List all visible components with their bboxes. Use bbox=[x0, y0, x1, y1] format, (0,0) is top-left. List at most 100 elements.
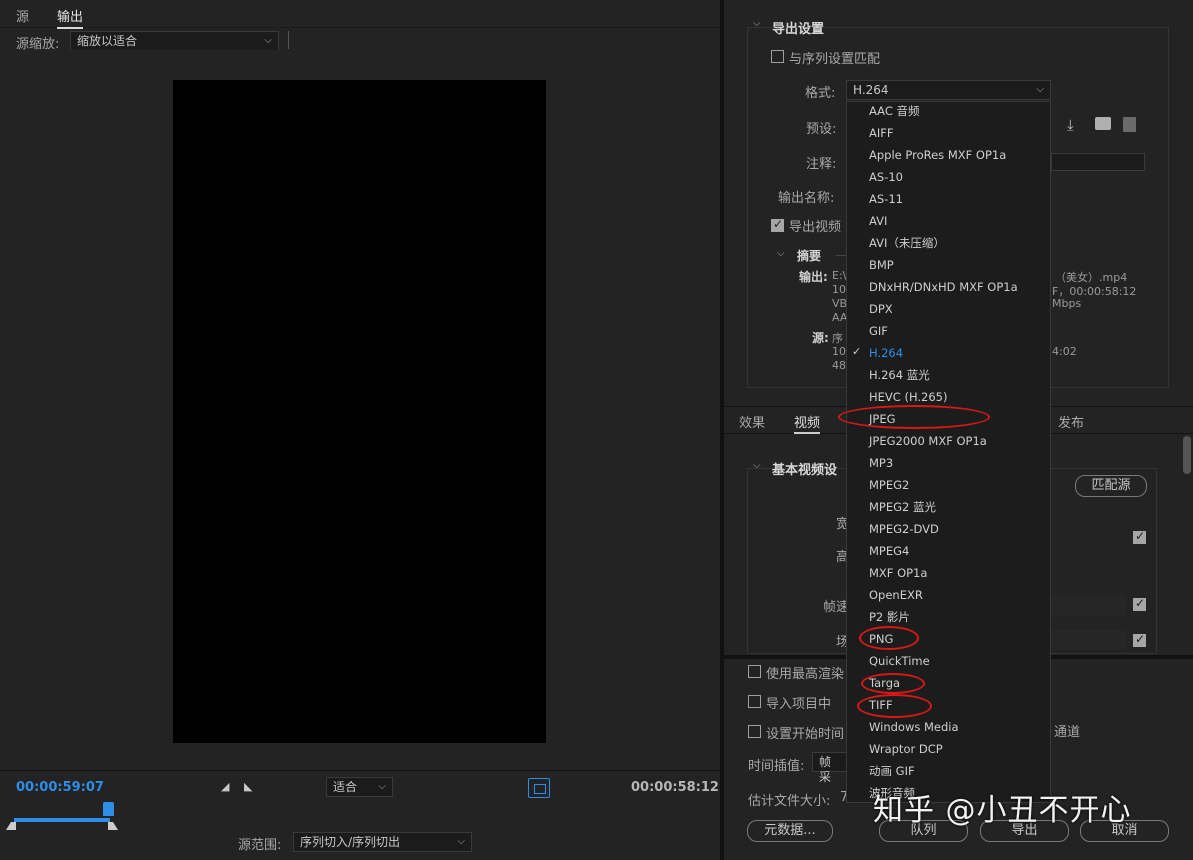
source-output-panel: 源 输出 源缩放: 缩放以适合 ⌵ bbox=[0, 0, 720, 860]
format-option[interactable]: 动画 GIF bbox=[847, 760, 1050, 782]
tab-source[interactable]: 源 bbox=[16, 6, 29, 25]
duration-timecode: 00:00:58:12 bbox=[631, 780, 719, 795]
zoom-select[interactable]: 适合 ⌵ bbox=[326, 777, 393, 797]
import-preset-icon[interactable] bbox=[1095, 117, 1111, 130]
format-option[interactable]: Windows Media bbox=[847, 716, 1050, 738]
tab-effects[interactable]: 效果 bbox=[739, 412, 765, 431]
mark-in-icon[interactable]: ◢ bbox=[221, 780, 229, 793]
format-option[interactable]: BMP bbox=[847, 254, 1050, 276]
source-range-label: 源范围: bbox=[238, 838, 282, 853]
fit-frame-button[interactable] bbox=[528, 778, 550, 798]
format-option[interactable]: AVI（未压缩） bbox=[847, 232, 1050, 254]
format-option[interactable]: AS-10 bbox=[847, 166, 1050, 188]
annotation-circle-targa bbox=[861, 673, 925, 694]
format-option[interactable]: Wraptor DCP bbox=[847, 738, 1050, 760]
format-option[interactable]: P2 影片 bbox=[847, 606, 1050, 628]
channel-label: 通道 bbox=[1054, 725, 1081, 740]
current-timecode[interactable]: 00:00:59:07 bbox=[16, 780, 104, 795]
summary-rule bbox=[836, 255, 846, 256]
format-option[interactable]: DNxHR/DNxHD MXF OP1a bbox=[847, 276, 1050, 298]
monitor-tabs bbox=[0, 0, 720, 28]
annotation-circle-tiff bbox=[857, 694, 932, 718]
metadata-button[interactable]: 元数据... bbox=[747, 820, 833, 842]
field-match-checkbox[interactable] bbox=[1133, 632, 1146, 647]
format-option[interactable]: DPX bbox=[847, 298, 1050, 320]
mark-out-icon[interactable]: ◣ bbox=[244, 780, 252, 793]
chevron-down-icon: ⌵ bbox=[264, 35, 272, 46]
basic-video-title: 基本视频设 bbox=[772, 463, 838, 478]
save-preset-icon[interactable]: ⤓ bbox=[1067, 116, 1074, 134]
timeline-range[interactable] bbox=[14, 818, 110, 822]
source-range-value: 序列切入/序列切出 bbox=[300, 835, 401, 849]
preset-label: 预设: bbox=[806, 122, 837, 137]
format-option[interactable]: HEVC (H.265) bbox=[847, 386, 1050, 408]
chevron-down-icon[interactable]: ⌵ bbox=[777, 248, 785, 259]
format-option[interactable]: AS-11 bbox=[847, 188, 1050, 210]
tab-video[interactable]: 视频 bbox=[794, 412, 821, 434]
tab-publish[interactable]: 发布 bbox=[1058, 412, 1084, 431]
out-point-marker[interactable] bbox=[108, 822, 118, 830]
format-option[interactable]: JPEG2000 MXF OP1a bbox=[847, 430, 1050, 452]
set-start-time-label: 设置开始时间 bbox=[766, 727, 845, 742]
max-render-label: 使用最高渲染 bbox=[766, 667, 845, 682]
annotation-circle-png bbox=[859, 626, 919, 650]
summary-source-right: 4:02 bbox=[1052, 345, 1077, 358]
match-sequence-checkbox[interactable] bbox=[771, 50, 784, 63]
frame-rate-select[interactable] bbox=[1051, 595, 1126, 615]
export-video-checkbox[interactable] bbox=[771, 217, 784, 232]
format-option[interactable]: MPEG2-DVD bbox=[847, 518, 1050, 540]
format-option-selected[interactable]: H.264 bbox=[847, 342, 1050, 364]
source-range-select[interactable]: 序列切入/序列切出 ⌵ bbox=[293, 832, 472, 852]
format-select[interactable]: H.264 ⌵ bbox=[846, 80, 1051, 100]
format-label: 格式: bbox=[805, 86, 836, 101]
source-scale-select[interactable]: 缩放以适合 ⌵ bbox=[70, 31, 279, 51]
playhead-handle[interactable] bbox=[103, 802, 114, 816]
summary-source-label: 源: bbox=[812, 331, 829, 345]
format-option[interactable]: MPEG4 bbox=[847, 540, 1050, 562]
summary-source-line: 序 bbox=[832, 332, 843, 345]
export-settings-title: 导出设置 bbox=[772, 22, 825, 37]
frame-rate-match-checkbox[interactable] bbox=[1133, 596, 1146, 611]
field-order-select[interactable] bbox=[1051, 630, 1126, 650]
delete-preset-icon[interactable] bbox=[1123, 117, 1136, 132]
format-option[interactable]: AIFF bbox=[847, 122, 1050, 144]
format-option[interactable]: GIF bbox=[847, 320, 1050, 342]
set-start-time-checkbox[interactable] bbox=[748, 725, 761, 738]
format-option[interactable]: Apple ProRes MXF OP1a bbox=[847, 144, 1050, 166]
chevron-down-icon[interactable]: ⌵ bbox=[753, 460, 761, 471]
output-name-label: 输出名称: bbox=[778, 191, 835, 206]
import-project-label: 导入项目中 bbox=[766, 697, 832, 712]
format-option[interactable]: MPEG2 bbox=[847, 474, 1050, 496]
format-option[interactable]: MP3 bbox=[847, 452, 1050, 474]
summary-title: 摘要 bbox=[797, 249, 822, 263]
match-source-button[interactable]: 匹配源 bbox=[1075, 475, 1147, 497]
format-option[interactable]: MPEG2 蓝光 bbox=[847, 496, 1050, 518]
summary-output-right: Mbps bbox=[1052, 297, 1082, 310]
divider bbox=[288, 31, 289, 49]
format-option[interactable]: AAC 音频 bbox=[847, 100, 1050, 122]
chevron-down-icon[interactable]: ⌵ bbox=[753, 18, 761, 29]
format-option[interactable]: MXF OP1a bbox=[847, 562, 1050, 584]
summary-output-line: E:\ bbox=[832, 269, 847, 282]
time-interp-select[interactable]: 帧采 bbox=[812, 752, 848, 784]
format-option[interactable]: AVI bbox=[847, 210, 1050, 232]
annotation-circle-jpeg bbox=[838, 405, 990, 429]
width-height-match-checkbox[interactable] bbox=[1133, 529, 1146, 544]
est-size-label: 估计文件大小: bbox=[748, 794, 831, 809]
match-sequence-label: 与序列设置匹配 bbox=[789, 52, 881, 67]
summary-output-line: VB bbox=[832, 297, 848, 310]
format-option[interactable]: H.264 蓝光 bbox=[847, 364, 1050, 386]
chevron-down-icon: ⌵ bbox=[457, 836, 465, 847]
tab-output[interactable]: 输出 bbox=[57, 6, 84, 29]
format-option[interactable]: OpenEXR bbox=[847, 584, 1050, 606]
chevron-down-icon: ⌵ bbox=[1036, 84, 1044, 95]
import-project-checkbox[interactable] bbox=[748, 695, 761, 708]
in-point-marker[interactable] bbox=[6, 822, 16, 830]
format-value: H.264 bbox=[853, 83, 889, 97]
format-option[interactable]: QuickTime bbox=[847, 650, 1050, 672]
max-render-checkbox[interactable] bbox=[748, 665, 761, 678]
summary-output-label: 输出: bbox=[799, 270, 828, 284]
scrollbar-thumb[interactable] bbox=[1183, 436, 1191, 474]
watermark-text: 知乎 @小丑不开心 bbox=[873, 793, 1132, 828]
comment-input[interactable] bbox=[1051, 153, 1145, 171]
